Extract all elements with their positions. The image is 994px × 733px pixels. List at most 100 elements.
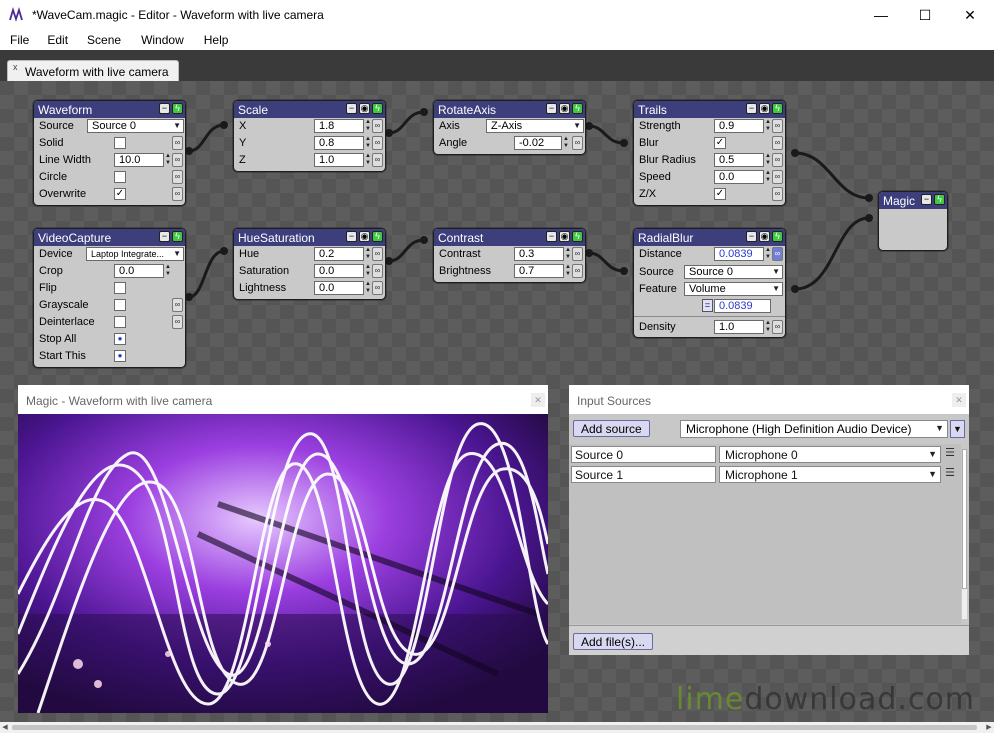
grayscale-checkbox[interactable] [114, 299, 126, 311]
tab-waveform-with-live-camera[interactable]: x Waveform with live camera [7, 60, 179, 81]
menu-window[interactable]: Window [129, 30, 192, 50]
minimize-icon[interactable]: − [921, 194, 932, 205]
link-icon[interactable]: ∞ [372, 153, 383, 167]
spinner-icon[interactable]: ▲ ▼ [764, 153, 772, 167]
link-icon[interactable]: ∞ [772, 320, 783, 334]
node-contrast[interactable]: Contrast − ◉ ϟ Contrast 0.3 ▲ ▼ ∞ Brightnes… [433, 228, 586, 283]
scroll-left-icon[interactable]: ◀ [0, 722, 10, 733]
preview-close-icon[interactable]: ✕ [531, 393, 545, 407]
x-input[interactable]: 1.8 [314, 119, 364, 133]
maximize-button[interactable]: ☐ [902, 0, 948, 30]
speed-input[interactable]: 0.0 [714, 170, 764, 184]
visibility-icon[interactable]: ◉ [559, 231, 570, 242]
spinner-icon[interactable]: ▲ ▼ [164, 153, 172, 167]
source-name-field[interactable]: Source 0 [571, 446, 716, 463]
density-input[interactable]: 1.0 [714, 320, 764, 334]
saturation-input[interactable]: 0.0 [314, 264, 364, 278]
node-waveform[interactable]: Waveform − ϟ Source Source 0 ▼ Solid ∞ Lin… [33, 100, 186, 206]
spinner-icon[interactable]: ▲ ▼ [364, 247, 372, 261]
spinner-icon[interactable]: ▲ ▼ [364, 136, 372, 150]
spinner-icon[interactable]: ▲ ▼ [164, 264, 172, 278]
minimize-button[interactable]: — [858, 0, 904, 30]
close-button[interactable]: ✕ [947, 0, 993, 30]
menu-icon[interactable]: ☰ [944, 466, 956, 483]
node-trails[interactable]: Trails − ◉ ϟ Strength 0.9 ▲ ▼ ∞ Blur ✓ ∞ Bl… [633, 100, 786, 206]
link-icon[interactable]: ∞ [172, 315, 183, 329]
strength-input[interactable]: 0.9 [714, 119, 764, 133]
power-icon[interactable]: ϟ [772, 103, 783, 114]
link-icon[interactable]: ∞ [772, 170, 783, 184]
axis-dropdown[interactable]: Z-Axis ▼ [486, 119, 584, 133]
scroll-right-icon[interactable]: ▶ [984, 722, 994, 733]
link-icon[interactable]: ∞ [572, 136, 583, 150]
scrollbar-thumb[interactable] [12, 725, 977, 730]
link-icon[interactable]: ∞ [772, 153, 783, 167]
blur-checkbox[interactable]: ✓ [714, 137, 726, 149]
flip-checkbox[interactable] [114, 282, 126, 294]
link-icon[interactable]: ∞ [172, 298, 183, 312]
distance-input[interactable]: 0.0839 [714, 247, 764, 261]
node-header[interactable]: Contrast − ◉ ϟ [434, 229, 585, 246]
angle-input[interactable]: -0.02 [514, 136, 562, 150]
minimize-icon[interactable]: − [546, 103, 557, 114]
menu-edit[interactable]: Edit [37, 30, 76, 50]
deinterlace-checkbox[interactable] [114, 316, 126, 328]
node-header[interactable]: VideoCapture − ϟ [34, 229, 185, 246]
minimize-icon[interactable]: − [346, 103, 357, 114]
spinner-icon[interactable]: ▲ ▼ [764, 119, 772, 133]
source-dropdown[interactable]: Source 0 ▼ [87, 119, 184, 133]
spinner-icon[interactable]: ▲ ▼ [764, 170, 772, 184]
visibility-icon[interactable]: ◉ [759, 103, 770, 114]
audio-device-dropdown[interactable]: Microphone (High Definition Audio Device… [680, 420, 948, 438]
source-list-scrollbar[interactable] [962, 449, 967, 619]
node-header[interactable]: Magic − ϟ [879, 192, 947, 209]
input-sources-close-icon[interactable]: ✕ [952, 393, 966, 407]
node-header[interactable]: RadialBlur − ◉ ϟ [634, 229, 785, 246]
spinner-icon[interactable]: ▲ ▼ [364, 119, 372, 133]
minimize-icon[interactable]: − [746, 103, 757, 114]
power-icon[interactable]: ϟ [172, 103, 183, 114]
link-icon[interactable]: ∞ [372, 136, 383, 150]
start-this-button[interactable]: ● [114, 350, 126, 362]
hue-input[interactable]: 0.2 [314, 247, 364, 261]
stop-all-button[interactable]: ● [114, 333, 126, 345]
blur-radius-input[interactable]: 0.5 [714, 153, 764, 167]
menu-help[interactable]: Help [192, 30, 237, 50]
power-icon[interactable]: ϟ [934, 194, 945, 205]
spinner-icon[interactable]: ▲ ▼ [364, 281, 372, 295]
node-header[interactable]: Waveform − ϟ [34, 101, 185, 118]
node-huesaturation[interactable]: HueSaturation − ◉ ϟ Hue 0.2 ▲ ▼ ∞ Saturatio… [233, 228, 386, 300]
menu-scene[interactable]: Scene [76, 30, 129, 50]
visibility-icon[interactable]: ◉ [759, 231, 770, 242]
equals-icon[interactable]: = [702, 299, 713, 312]
brightness-input[interactable]: 0.7 [514, 264, 564, 278]
add-source-button[interactable]: Add source [573, 420, 650, 437]
node-header[interactable]: Scale − ◉ ϟ [234, 101, 385, 118]
source-input-dropdown[interactable]: Microphone 0 ▼ [719, 446, 941, 463]
link-icon[interactable]: ∞ [772, 187, 783, 201]
contrast-input[interactable]: 0.3 [514, 247, 564, 261]
spinner-icon[interactable]: ▲ ▼ [364, 264, 372, 278]
power-icon[interactable]: ϟ [572, 103, 583, 114]
visibility-icon[interactable]: ◉ [359, 231, 370, 242]
link-icon[interactable]: ∞ [572, 264, 583, 278]
link-icon[interactable]: ∞ [372, 247, 383, 261]
visibility-icon[interactable]: ◉ [359, 103, 370, 114]
tab-close-icon[interactable]: x [13, 62, 18, 72]
spinner-icon[interactable]: ▲ ▼ [562, 136, 570, 150]
solid-checkbox[interactable] [114, 137, 126, 149]
link-icon[interactable]: ∞ [572, 247, 583, 261]
minimize-icon[interactable]: − [346, 231, 357, 242]
scrollbar-thumb[interactable] [962, 449, 967, 589]
link-icon[interactable]: ∞ [772, 247, 783, 261]
device-dropdown[interactable]: Laptop Integrate... ▼ [86, 247, 184, 261]
crop-input[interactable]: 0.0 [114, 264, 164, 278]
power-icon[interactable]: ϟ [572, 231, 583, 242]
circle-checkbox[interactable] [114, 171, 126, 183]
node-rotateaxis[interactable]: RotateAxis − ◉ ϟ Axis Z-Axis ▼ Angle -0.02 … [433, 100, 586, 155]
minimize-icon[interactable]: − [546, 231, 557, 242]
visibility-icon[interactable]: ◉ [559, 103, 570, 114]
link-icon[interactable]: ∞ [172, 187, 183, 201]
node-scale[interactable]: Scale − ◉ ϟ X 1.8 ▲ ▼ ∞ Y 0.8 ▲ ▼ ∞ Z 1.0 ▲ ▼… [233, 100, 386, 172]
feature-value-input[interactable]: 0.0839 [714, 299, 771, 313]
